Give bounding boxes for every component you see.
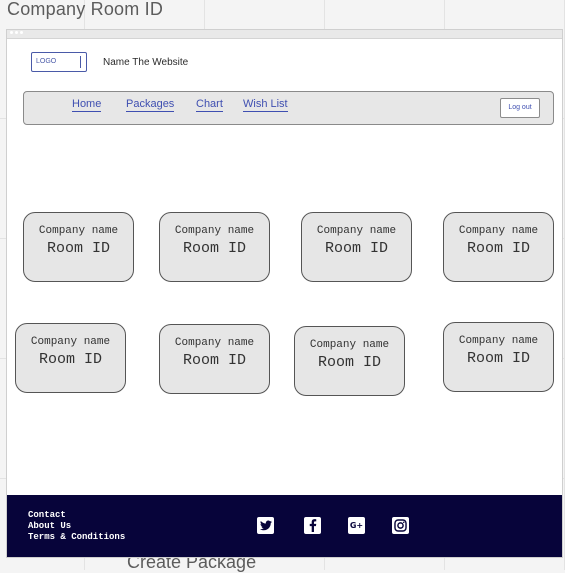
card-company-name: Company name <box>458 225 539 237</box>
logout-button[interactable]: Log out <box>500 98 540 118</box>
facebook-icon[interactable] <box>304 517 321 534</box>
card-room-id: Room ID <box>324 240 388 257</box>
canvas-title: Company Room ID <box>7 0 164 19</box>
nav-packages-link[interactable]: Packages <box>126 98 175 112</box>
footer-about-link[interactable]: About Us <box>28 521 125 532</box>
card-company-name: Company name <box>30 336 111 348</box>
card-company-name: Company name <box>174 337 255 349</box>
window-dots <box>10 31 23 34</box>
nav-home-link[interactable]: Home <box>72 98 102 112</box>
card-company-name: Company name <box>38 225 119 237</box>
room-card[interactable]: Company name Room ID <box>159 212 270 282</box>
nav-chart-link[interactable]: Chart <box>196 98 223 112</box>
logo-text: LOGO <box>36 58 57 65</box>
card-company-name: Company name <box>174 225 255 237</box>
card-room-id: Room ID <box>466 350 530 367</box>
google-plus-icon[interactable]: G+ <box>348 517 365 534</box>
twitter-icon[interactable] <box>257 517 274 534</box>
card-company-name: Company name <box>309 339 390 351</box>
footer: Contact About Us Terms & Conditions G+ <box>7 495 562 557</box>
card-room-id: Room ID <box>38 351 102 368</box>
footer-links: Contact About Us Terms & Conditions <box>28 510 125 543</box>
card-room-id: Room ID <box>466 240 530 257</box>
card-company-name: Company name <box>458 335 539 347</box>
card-room-id: Room ID <box>182 240 246 257</box>
card-room-id: Room ID <box>317 354 381 371</box>
wireframe-page: LOGO Name The Website Home Packages Char… <box>6 29 563 558</box>
room-card[interactable]: Company name Room ID <box>294 326 405 396</box>
logo-placeholder[interactable]: LOGO <box>31 52 87 72</box>
frame-topbar <box>7 30 562 39</box>
room-card[interactable]: Company name Room ID <box>301 212 412 282</box>
site-name: Name The Website <box>103 57 189 68</box>
room-card[interactable]: Company name Room ID <box>23 212 134 282</box>
room-card[interactable]: Company name Room ID <box>15 323 126 393</box>
nav-wishlist-link[interactable]: Wish List <box>243 98 288 112</box>
room-card[interactable]: Company name Room ID <box>443 322 554 392</box>
card-company-name: Company name <box>316 225 397 237</box>
footer-contact-link[interactable]: Contact <box>28 510 125 521</box>
navbar: Home Packages Chart Wish List Log out <box>23 91 554 125</box>
room-card[interactable]: Company name Room ID <box>443 212 554 282</box>
instagram-icon[interactable] <box>392 517 409 534</box>
card-room-id: Room ID <box>46 240 110 257</box>
footer-terms-link[interactable]: Terms & Conditions <box>28 532 125 543</box>
room-card[interactable]: Company name Room ID <box>159 324 270 394</box>
card-room-id: Room ID <box>182 352 246 369</box>
text-caret <box>80 56 81 68</box>
